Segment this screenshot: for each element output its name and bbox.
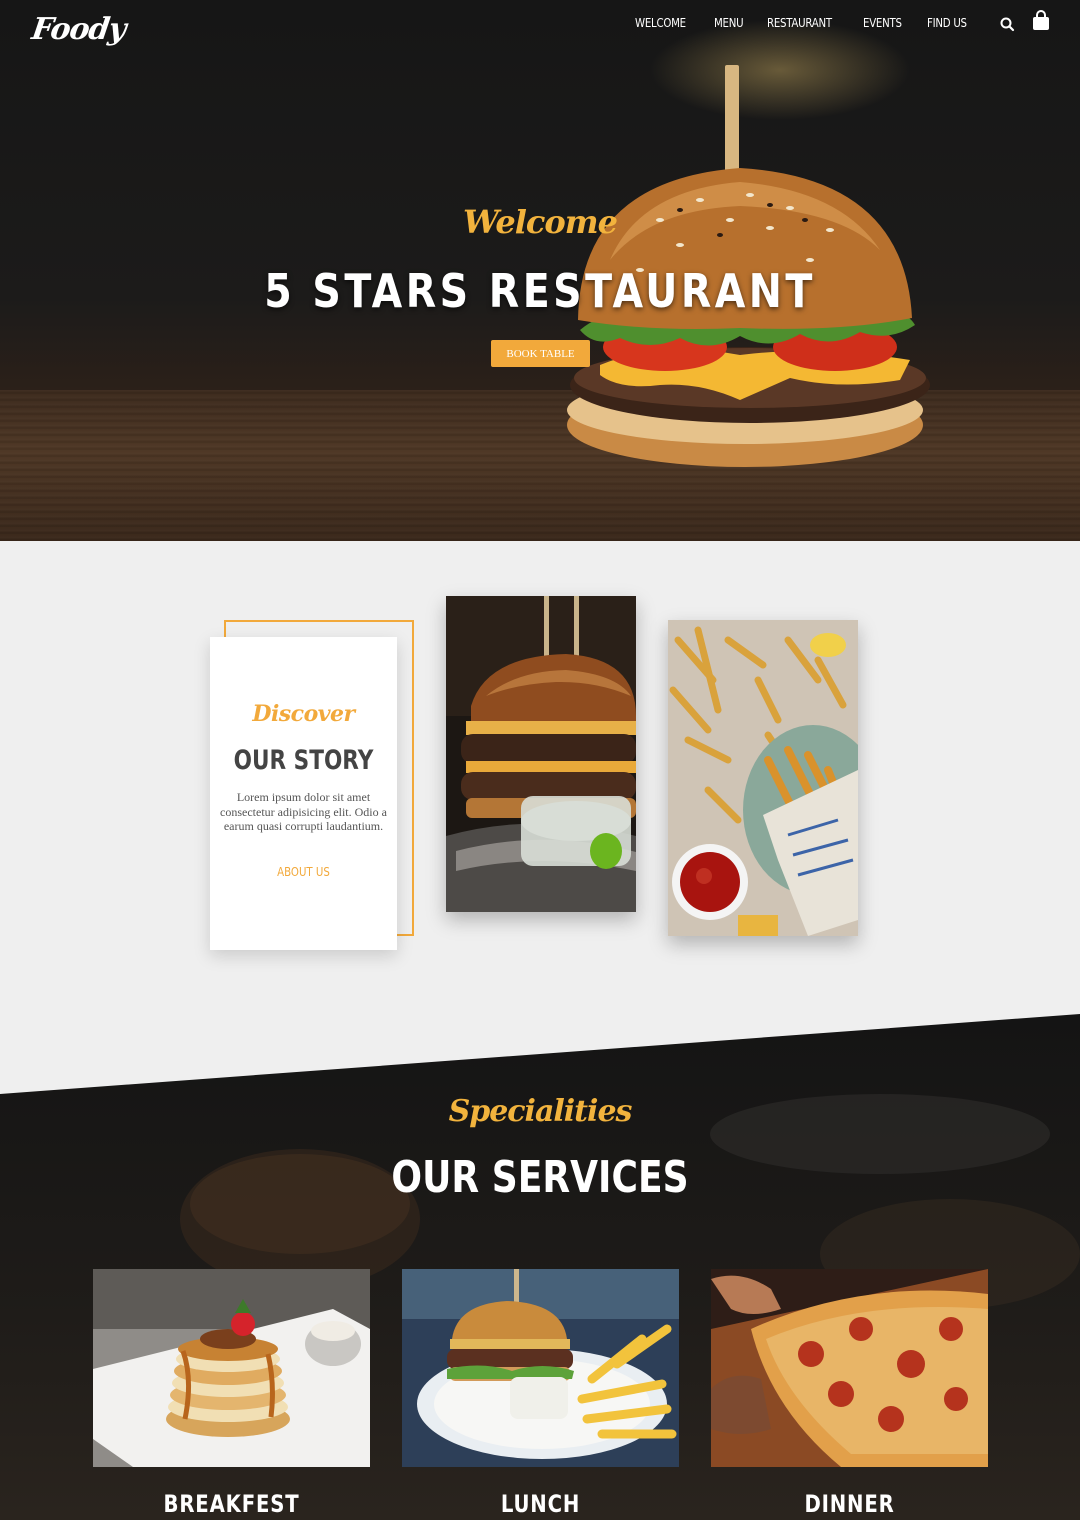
dinner-pizza-image (711, 1269, 988, 1467)
service-card-breakfast[interactable] (93, 1269, 370, 1467)
hero-title: 5 STARS RESTAURANT (264, 264, 816, 318)
about-us-link[interactable]: ABOUT US (224, 865, 383, 879)
shopping-bag-icon[interactable] (1030, 9, 1052, 31)
breakfast-pancakes-image (93, 1269, 370, 1467)
story-burger-photo (446, 596, 636, 912)
services-script: Specialities (448, 1094, 633, 1129)
story-card: Discover OUR STORY Lorem ipsum dolor sit… (210, 637, 397, 950)
story-title: OUR STORY (233, 745, 374, 776)
service-label-dinner: DINNER (804, 1490, 895, 1518)
book-table-button[interactable]: BOOK TABLE (491, 340, 590, 367)
nav-links: WELCOME MENU RESTAURANT EVENTS FIND US (635, 16, 974, 30)
nav-link-welcome[interactable]: WELCOME (635, 16, 686, 30)
nav-link-restaurant[interactable]: RESTAURANT (767, 16, 832, 30)
service-label-breakfast: BREAKFEST (163, 1490, 300, 1518)
foody-logo[interactable]: Foody (30, 12, 128, 47)
service-label-lunch: LUNCH (500, 1490, 581, 1518)
search-icon[interactable] (997, 13, 1019, 35)
nav-link-events[interactable]: EVENTS (863, 16, 902, 30)
hero-welcome-script: Welcome (463, 203, 618, 241)
lunch-burger-image (402, 1269, 679, 1467)
story-text: Lorem ipsum dolor sit amet consectetur a… (220, 790, 387, 833)
service-card-dinner[interactable] (711, 1269, 988, 1467)
top-navigation: Foody WELCOME MENU RESTAURANT EVENTS FIN… (0, 0, 1080, 48)
nav-link-find-us[interactable]: FIND US (927, 16, 967, 30)
nav-link-menu[interactable]: MENU (714, 16, 744, 30)
hero-section: Foody WELCOME MENU RESTAURANT EVENTS FIN… (0, 0, 1080, 541)
story-script: Discover (252, 701, 355, 727)
story-fries-photo (668, 620, 858, 936)
services-title: OUR SERVICES (391, 1152, 689, 1203)
service-card-lunch[interactable] (402, 1269, 679, 1467)
